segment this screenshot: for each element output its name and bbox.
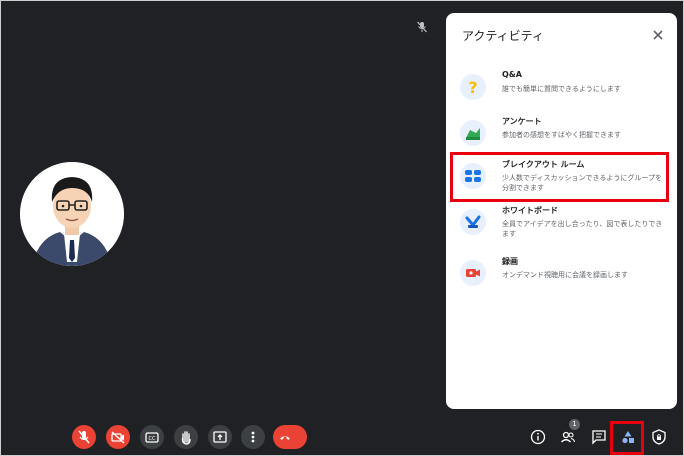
camera-off-icon — [111, 431, 125, 444]
question-icon: ? — [460, 74, 486, 100]
activity-name: ホワイトボード — [502, 206, 558, 215]
activity-description: オンデマンド視聴用に会議を録画します — [502, 271, 628, 279]
meeting-stage: アクティビティ ? Q&A 誰でも簡単に質問できるようにします アンケート 参加… — [0, 0, 684, 456]
activity-poll[interactable]: アンケート 参加者の感想をすばやく把握できます — [446, 116, 677, 162]
activities-icon — [622, 431, 634, 444]
panel-title: アクティビティ — [462, 29, 544, 43]
people-icon — [561, 431, 576, 443]
poll-icon — [460, 120, 486, 146]
close-icon[interactable] — [650, 27, 666, 43]
activity-name: 録画 — [502, 257, 518, 266]
mic-off-icon — [415, 19, 429, 33]
end-call-icon — [280, 436, 290, 440]
activity-description: 誰でも簡単に質問できるようにします — [502, 85, 621, 93]
present-screen-button[interactable] — [208, 425, 232, 449]
user-avatar — [20, 162, 124, 266]
activity-whiteboard[interactable]: ホワイトボード 全員でアイデアを出し合ったり、図で表したりできます — [446, 205, 677, 251]
mic-off-icon — [78, 430, 90, 444]
activity-breakout-rooms[interactable]: ブレイクアウト ルーム 少人数でディスカッションできるようにグループを分割できま… — [446, 159, 677, 205]
svg-text:CC: CC — [149, 436, 156, 442]
record-icon — [460, 260, 486, 286]
end-call-button[interactable] — [273, 425, 307, 449]
camera-off-button[interactable] — [106, 425, 130, 449]
activity-description: 全員でアイデアを出し合ったり、図で表したりできます — [502, 220, 663, 238]
people-count-badge: 1 — [569, 419, 580, 430]
activity-name: アンケート — [502, 117, 542, 126]
present-screen-icon — [213, 431, 227, 443]
chat-icon — [592, 430, 606, 445]
captions-icon: CC — [145, 432, 159, 443]
whiteboard-icon — [460, 209, 486, 235]
raise-hand-button[interactable] — [174, 425, 198, 449]
activities-panel: アクティビティ ? Q&A 誰でも簡単に質問できるようにします アンケート 参加… — [446, 13, 677, 409]
chat-button[interactable] — [589, 427, 609, 447]
svg-text:?: ? — [468, 78, 477, 97]
activity-description: 少人数でディスカッションできるようにグループを分割できます — [502, 174, 662, 192]
host-controls-icon — [652, 429, 666, 445]
activity-name: Q&A — [502, 70, 522, 79]
meeting-info-button[interactable] — [528, 427, 548, 447]
captions-button[interactable]: CC — [140, 425, 164, 449]
raise-hand-icon — [181, 431, 191, 445]
mic-off-button[interactable] — [72, 425, 96, 449]
more-options-button[interactable] — [241, 425, 265, 449]
people-button[interactable] — [558, 427, 578, 447]
activity-recording[interactable]: 録画 オンデマンド視聴用に会議を録画します — [446, 256, 677, 302]
more-options-icon — [251, 431, 255, 443]
activity-description: 参加者の感想をすばやく把握できます — [502, 131, 621, 139]
activity-name: ブレイクアウト ルーム — [502, 160, 585, 169]
activities-button[interactable] — [618, 427, 638, 447]
breakout-rooms-icon — [460, 163, 486, 189]
host-controls-button[interactable] — [649, 427, 669, 447]
info-icon — [530, 429, 546, 445]
activity-qa[interactable]: ? Q&A 誰でも簡単に質問できるようにします — [446, 70, 677, 116]
